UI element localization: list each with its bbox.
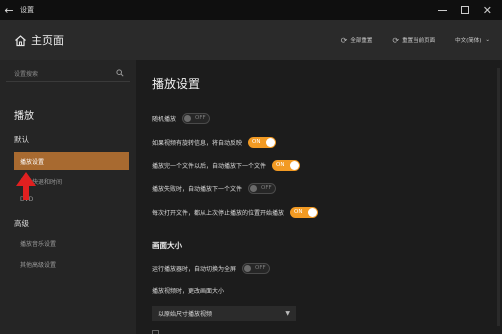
setting-row-autoplay-next: 播放完一个文件以后，自动播放下一个文件 ON [152,159,301,171]
setting-row-fail-next: 播放失败时，自动播放下一个文件 OFF [152,182,277,194]
sidebar-item-label: 播放设置 [20,158,45,166]
toggle-state: ON [276,162,285,168]
reset-page-label: 重置当前页面 [402,38,436,44]
chevron-down-icon: ⌄ [485,37,490,43]
toggle-state: ON [252,139,261,145]
checkbox-row [152,330,159,334]
maximize-icon[interactable] [460,6,469,14]
close-icon[interactable]: ✕ [483,5,492,16]
checkbox[interactable] [152,330,159,334]
minimize-icon[interactable] [437,9,447,11]
setting-label: 播放视频时，更改画面大小 [152,287,225,295]
sidebar-item-other-advanced[interactable]: 其他高级设置 [20,260,56,269]
settings-panel: 播放设置 随机播放 OFF 如果视频有旋转信息，将自动反映 ON 播放完一个文件… [136,60,502,334]
chevron-down-icon: ▼ [285,310,290,317]
search-placeholder: 设置搜索 [14,71,39,78]
setting-row-resume: 每次打开文件，都从上次停止播放的位置开始播放 ON [152,206,319,218]
window-title: 设置 [20,6,34,14]
title-bar: ← 设置 ✕ [0,0,502,20]
setting-label: 每次打开文件，都从上次停止播放的位置开始播放 [152,209,285,217]
screen-size-select[interactable]: 以原始尺寸播放视频 ▼ [152,306,296,321]
setting-label: 如果视频有旋转信息，将自动反映 [152,139,243,147]
select-value: 以原始尺寸播放视频 [158,311,213,318]
setting-row-fullscreen: 运行播放器时，自动切换为全屏 OFF [152,262,271,274]
fail-next-toggle[interactable]: OFF [248,182,277,194]
setting-row-rotation: 如果视频有旋转信息，将自动反映 ON [152,136,277,148]
toggle-state: OFF [195,115,206,121]
screen-size-heading: 画面大小 [152,241,182,250]
sidebar-section-title: 播放 [14,111,34,122]
window-controls: ✕ [437,5,502,16]
setting-row-shuffle: 随机播放 OFF [152,112,211,124]
sidebar-item-playback-settings[interactable]: 播放设置 [14,152,129,170]
search-input[interactable]: 设置搜索 [6,66,130,82]
toggle-state: OFF [255,265,266,271]
reset-all-label: 全部重置 [350,38,373,44]
setting-label: 随机播放 [152,115,177,123]
annotation-arrow [14,172,38,252]
autoplay-next-toggle[interactable]: ON [272,159,301,171]
setting-row-resize: 播放视频时，更改画面大小 [152,284,224,296]
reset-page-button[interactable]: ⟳ 重置当前页面 [392,36,435,45]
header-bar: 主页面 ⟳ 全部重置 ⟳ 重置当前页面 中文(简体) ⌄ [0,20,502,60]
fullscreen-toggle[interactable]: OFF [242,262,271,274]
page-title[interactable]: 主页面 [31,32,64,48]
settings-title: 播放设置 [152,77,201,91]
setting-label: 播放失败时，自动播放下一个文件 [152,185,243,193]
toggle-state: ON [294,209,303,215]
reset-icon: ⟳ [340,35,348,45]
sidebar-group-default: 默认 [14,135,29,144]
reset-all-button[interactable]: ⟳ 全部重置 [341,36,373,45]
home-icon[interactable] [14,34,27,47]
setting-label: 运行播放器时，自动切换为全屏 [152,265,237,273]
back-arrow-icon[interactable]: ← [0,4,18,17]
rotation-toggle[interactable]: ON [248,136,277,148]
resume-toggle[interactable]: ON [290,206,319,218]
search-icon[interactable] [116,68,124,79]
setting-label: 播放完一个文件以后，自动播放下一个文件 [152,162,267,170]
language-select[interactable]: 中文(简体) ⌄ [455,36,490,44]
shuffle-toggle[interactable]: OFF [182,112,211,124]
reset-page-icon: ⟳ [392,35,400,45]
sidebar: 设置搜索 播放 默认 播放设置 快进快退和时间 DVD 高级 播放音乐设置 其他… [0,60,136,334]
scrollbar[interactable] [497,68,500,326]
language-value: 中文(简体) [455,38,482,44]
toggle-state: OFF [261,185,272,191]
